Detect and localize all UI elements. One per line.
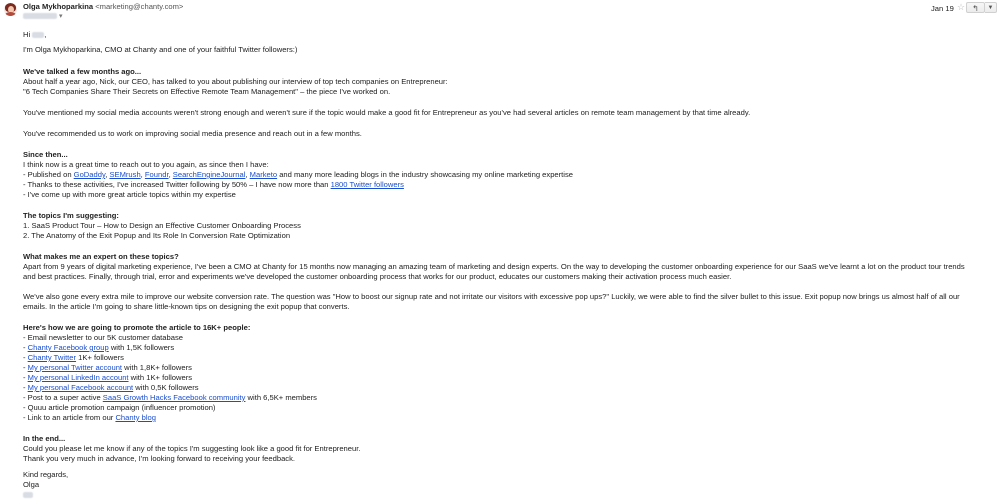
paragraph-line: Thank you very much in advance, I'm look… [23,454,296,463]
link-foundr[interactable]: Foundr [145,170,169,179]
intro: I'm Olga Mykhoparkina, CMO at Chanty and… [23,45,298,54]
section-heading: In the end... [23,434,66,443]
paragraph-line: Could you please let me know if any of t… [23,444,361,453]
link-chanty-twitter[interactable]: Chanty Twitter [28,353,76,362]
paragraph-line: I think now is a great time to reach out… [23,160,269,169]
section-heading: We've talked a few months ago... [23,67,142,76]
sender-line: Olga Mykhoparkina <marketing@chanty.com> [23,2,183,12]
signature: Olga [23,480,40,489]
list-item: 2. The Anatomy of the Exit Popup and Its… [23,231,291,240]
list-item: - My personal Twitter account with 1,8K+… [23,363,192,372]
recipient-line[interactable]: ▾ [23,12,62,22]
paragraph-line: "6 Tech Companies Share Their Secrets on… [23,87,391,96]
link-personal-linkedin[interactable]: My personal LinkedIn account [28,373,129,382]
reply-icon: ↰ [972,4,979,13]
closing: Kind regards, [23,470,69,479]
recipient-name-redacted [32,32,45,38]
paragraph-line: Apart from 9 years of digital marketing … [23,262,965,271]
section-heading: Since then... [23,150,68,159]
recipient-redacted [23,13,57,20]
sender-avatar[interactable] [4,3,17,16]
link-semrush[interactable]: SEMrush [109,170,140,179]
link-godaddy[interactable]: GoDaddy [74,170,106,179]
link-personal-facebook[interactable]: My personal Facebook account [28,383,134,392]
star-icon[interactable]: ☆ [956,2,966,12]
paragraph-line: You've mentioned my social media account… [23,108,751,117]
list-item: 1. SaaS Product Tour – How to Design an … [23,221,301,230]
link-searchenginejournal[interactable]: SearchEngineJournal [173,170,246,179]
section-heading: What makes me an expert on these topics? [23,252,179,261]
section-heading: Here's how we are going to promote the a… [23,323,251,332]
sender-email: <marketing@chanty.com> [95,2,184,11]
list-item: - Post to a super active SaaS Growth Hac… [23,393,317,402]
list-item: - Published on GoDaddy, SEMrush, Foundr,… [23,170,573,179]
list-item: - Thanks to these activities, I've incre… [23,180,404,189]
list-item: - Quuu article promotion campaign (influ… [23,403,216,412]
paragraph-line: About half a year ago, Nick, our CEO, ha… [23,77,448,86]
link-twitter-followers[interactable]: 1800 Twitter followers [331,180,404,189]
paragraph-line: emails. In the article I'm going to shar… [23,302,350,311]
sender-name[interactable]: Olga Mykhoparkina [23,2,93,11]
chevron-down-icon: ▼ [987,5,994,11]
list-item: - My personal LinkedIn account with 1K+ … [23,373,193,382]
paragraph-line: You've recommended us to work on improvi… [23,129,362,138]
link-personal-twitter[interactable]: My personal Twitter account [28,363,122,372]
message-date: Jan 19 [931,4,954,13]
link-chanty-blog[interactable]: Chanty blog [115,413,156,422]
paragraph-line: and best practices. Finally, through tri… [23,272,732,281]
link-chanty-facebook-group[interactable]: Chanty Facebook group [28,343,109,352]
link-saas-growth-hacks[interactable]: SaaS Growth Hacks Facebook community [103,393,246,402]
section-heading: The topics I'm suggesting: [23,211,119,220]
link-marketo[interactable]: Marketo [250,170,277,179]
list-item: - My personal Facebook account with 0,5K… [23,383,199,392]
list-item: - Chanty Facebook group with 1,5K follow… [23,343,175,352]
paragraph-line: We've also gone every extra mile to impr… [23,292,960,301]
message-header: Olga Mykhoparkina <marketing@chanty.com>… [0,0,1000,26]
greeting-line: Hi , [23,30,47,39]
list-item: - Link to an article from our Chanty blo… [23,413,156,422]
more-actions-button[interactable]: ▼ [985,2,997,13]
details-chevron-icon[interactable]: ▾ [59,13,63,20]
reply-button[interactable]: ↰ [966,2,985,13]
list-item: - Email newsletter to our 5K customer da… [23,333,183,342]
list-item: - Chanty Twitter 1K+ followers [23,353,124,362]
list-item: - I've come up with more great article t… [23,190,236,199]
greeting: Hi [23,30,31,39]
